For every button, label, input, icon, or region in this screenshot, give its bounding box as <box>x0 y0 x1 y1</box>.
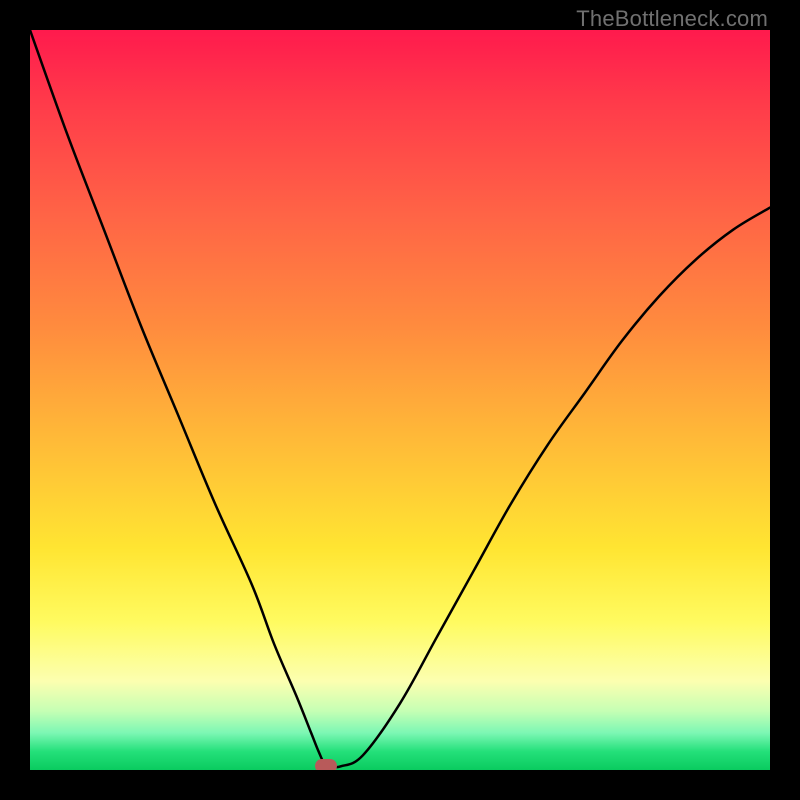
plot-area <box>30 30 770 770</box>
watermark-text: TheBottleneck.com <box>576 6 768 32</box>
chart-frame: TheBottleneck.com <box>0 0 800 800</box>
optimal-point-marker <box>315 759 337 770</box>
bottleneck-curve <box>30 30 770 770</box>
